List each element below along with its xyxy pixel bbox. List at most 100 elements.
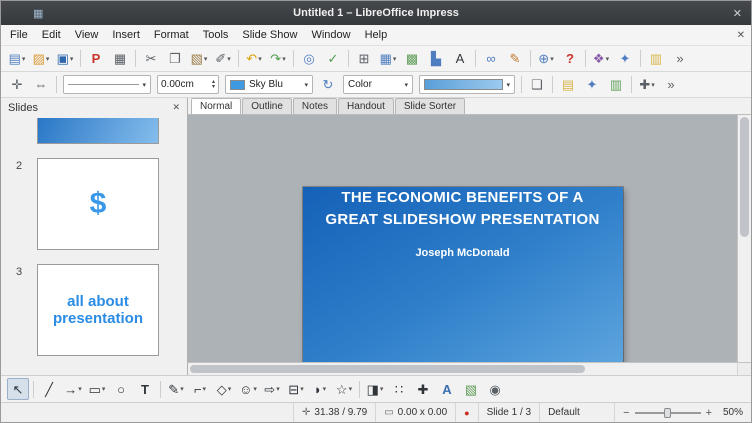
rectangle-tool[interactable]: ▭ ▾ — [86, 378, 108, 400]
edit-points-button[interactable]: ✛ — [6, 74, 28, 96]
menu-view[interactable]: View — [68, 26, 106, 44]
callout-shapes-tool[interactable]: ◗ ▾ — [309, 378, 331, 400]
cut-button[interactable]: ✂ — [140, 48, 162, 70]
display-grid-button[interactable]: ⊞ — [353, 48, 375, 70]
zoom-out-button[interactable]: − — [623, 407, 629, 419]
menu-file[interactable]: File — [3, 26, 35, 44]
insert-text-box-button[interactable]: A — [449, 48, 471, 70]
shadow-button[interactable]: ❑ — [526, 74, 548, 96]
toolbar-overflow-button[interactable]: » — [660, 74, 682, 96]
slide-properties-button[interactable]: ▤ — [557, 74, 579, 96]
horizontal-scrollbar-thumb[interactable] — [190, 365, 586, 373]
vertical-scrollbar[interactable] — [737, 115, 751, 362]
comment-button[interactable]: ▥ — [645, 48, 667, 70]
area-style-select[interactable]: Color ▾ — [343, 75, 413, 94]
insert-table-button[interactable]: ▦ ▾ — [377, 48, 399, 70]
slide-thumbnail-1[interactable] — [37, 118, 159, 144]
help-button[interactable]: ? — [559, 48, 581, 70]
window-close-button[interactable]: ✕ — [733, 7, 742, 20]
flowchart-tool[interactable]: ⊟ ▾ — [285, 378, 307, 400]
block-arrows-tool[interactable]: ⇨ ▾ — [261, 378, 283, 400]
spelling-button[interactable]: ✓ — [322, 48, 344, 70]
horizontal-scrollbar[interactable] — [188, 362, 737, 375]
rotate-button[interactable]: ↻ — [317, 74, 339, 96]
slide-thumbnail-2[interactable]: $ — [37, 158, 159, 250]
tab-outline[interactable]: Outline — [242, 98, 292, 114]
open-file-button[interactable]: ▨ ▾ — [30, 48, 52, 70]
redo-button[interactable]: ↷ ▾ — [267, 48, 289, 70]
show-draw-functions-button[interactable]: ✎ — [504, 48, 526, 70]
slide-canvas[interactable]: THE ECONOMIC BENEFITS OF A GREAT SLIDESH… — [302, 187, 623, 362]
insert-hyperlink-button[interactable]: ∞ — [480, 48, 502, 70]
glue-points-tool[interactable]: ✚ — [412, 378, 434, 400]
slide-thumbnail-3[interactable]: all about presentation — [37, 264, 159, 356]
basic-shapes-tool[interactable]: ◇ ▾ — [213, 378, 235, 400]
stars-banners-tool[interactable]: ☆ ▾ — [333, 378, 355, 400]
print-button[interactable]: ▦ — [109, 48, 131, 70]
clone-formatting-button[interactable]: ✐ ▾ — [212, 48, 234, 70]
line-style-select[interactable]: ▾ — [63, 75, 151, 94]
zoom-slider-thumb[interactable] — [663, 408, 671, 418]
line-width-input[interactable]: 0.00cm ▴ ▾ — [157, 75, 219, 94]
zoom-in-button[interactable]: + — [706, 407, 712, 419]
slide-title-textbox[interactable]: THE ECONOMIC BENEFITS OF A GREAT SLIDESH… — [303, 187, 623, 231]
zoom-button[interactable]: ⊕ ▾ — [535, 48, 557, 70]
line-tool[interactable]: ╱ — [38, 378, 60, 400]
interaction-button[interactable]: ✦ — [581, 74, 603, 96]
curve-tool[interactable]: ✎ ▾ — [165, 378, 187, 400]
slides-panel-close-button[interactable]: ✕ — [172, 102, 180, 113]
text-box-tool[interactable]: T — [134, 378, 156, 400]
symbol-shapes-tool[interactable]: ☺ ▾ — [237, 378, 259, 400]
menu-tools[interactable]: Tools — [196, 26, 236, 44]
gallery-button[interactable]: ❖ ▾ — [590, 48, 612, 70]
line-arrow-tool[interactable]: → ▾ — [62, 378, 84, 400]
undo-button[interactable]: ↶ ▾ — [243, 48, 265, 70]
object-size-value: 0.00 x 0.00 — [397, 407, 448, 418]
area-color-select[interactable]: ▾ — [419, 75, 515, 94]
menu-help[interactable]: Help — [358, 26, 395, 44]
menu-format[interactable]: Format — [147, 26, 196, 44]
select-tool[interactable]: ↖ — [7, 378, 29, 400]
zoom-level-value[interactable]: 50% — [717, 407, 743, 418]
spin-down-icon[interactable]: ▾ — [212, 84, 215, 90]
glue-points-button[interactable]: ✚ ▾ — [636, 74, 658, 96]
save-button[interactable]: ▣ ▾ — [54, 48, 76, 70]
new-presentation-button[interactable]: ▤ ▾ — [6, 48, 28, 70]
export-pdf-button[interactable]: P — [85, 48, 107, 70]
slide-subtitle-textbox[interactable]: Joseph McDonald — [303, 247, 623, 259]
tab-normal[interactable]: Normal — [191, 98, 242, 114]
line-arrow-style-button[interactable]: ⇔ — [30, 74, 52, 96]
toolbar-overflow-button[interactable]: » — [669, 48, 691, 70]
titlebar[interactable]: ▦ Untitled 1 – LibreOffice Impress ✕ — [1, 1, 751, 25]
line-color-select[interactable]: Sky Blu ▾ — [225, 75, 313, 94]
connector-tool[interactable]: ⌐ ▾ — [189, 378, 211, 400]
navigator-button[interactable]: ✦ — [614, 48, 636, 70]
menu-slide-show[interactable]: Slide Show — [235, 26, 304, 44]
insert-image-button[interactable]: ▩ — [401, 48, 423, 70]
toggle-extrusion-tool[interactable]: ◉ — [484, 378, 506, 400]
paste-button[interactable]: ▧ ▾ — [188, 48, 210, 70]
insert-chart-button[interactable]: ▙ — [425, 48, 447, 70]
fontwork-tool[interactable]: A — [436, 378, 458, 400]
menu-window[interactable]: Window — [304, 26, 357, 44]
edit-points-tool[interactable]: ∷ — [388, 378, 410, 400]
menu-insert[interactable]: Insert — [105, 26, 147, 44]
toolbar-separator — [631, 76, 632, 93]
3d-objects-tool[interactable]: ◨ ▾ — [364, 378, 386, 400]
find-replace-button[interactable]: ◎ — [298, 48, 320, 70]
edit-points-button-glyph: ✛ — [11, 77, 23, 92]
tab-notes[interactable]: Notes — [292, 98, 338, 114]
ellipse-tool[interactable]: ○ — [110, 378, 132, 400]
menu-edit[interactable]: Edit — [35, 26, 68, 44]
page-style-field[interactable]: Default — [539, 403, 614, 422]
insert-image-tool[interactable]: ▧ — [460, 378, 482, 400]
copy-button[interactable]: ❐ — [164, 48, 186, 70]
document-close-button[interactable]: ✕ — [737, 30, 745, 41]
zoom-slider[interactable] — [634, 407, 701, 418]
slide-info-field[interactable]: Slide 1 / 3 — [477, 403, 539, 422]
spinner-arrows-icon[interactable]: ▴ ▾ — [212, 79, 215, 90]
tab-slide-sorter[interactable]: Slide Sorter — [394, 98, 466, 114]
vertical-scrollbar-thumb[interactable] — [740, 117, 749, 237]
tab-handout[interactable]: Handout — [338, 98, 394, 114]
presentation-views-button[interactable]: ▥ — [605, 74, 627, 96]
